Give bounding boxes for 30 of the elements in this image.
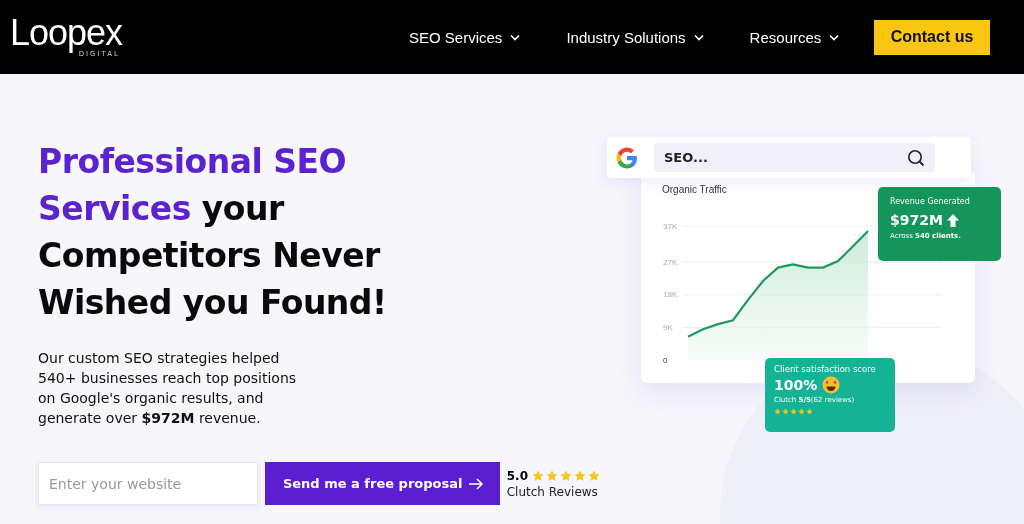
satisfaction-title: Client satisfaction score	[774, 364, 877, 374]
proposal-button[interactable]: Send me a free proposal	[264, 462, 500, 505]
nav-link[interactable]: Resources	[749, 28, 840, 46]
revenue-title: Revenue Generated	[890, 197, 971, 206]
nav-link[interactable]: Industry Solutions	[566, 28, 704, 46]
headline: Professional SEO Services your Competitors Never Wished you Found!	[38, 141, 388, 324]
nav-link[interactable]: SEO Services	[409, 28, 521, 46]
website-field[interactable]: Enter your website	[38, 462, 258, 505]
rating-score: 5.0	[506, 468, 528, 483]
star-icon	[574, 469, 586, 482]
search-field[interactable]: SEO...	[654, 143, 935, 172]
axis-label: 0	[663, 355, 668, 365]
star-icon	[560, 469, 572, 482]
chart-title: Organic Traffic	[662, 184, 728, 195]
star-icon	[588, 469, 600, 482]
up-arrow-icon	[946, 213, 959, 227]
revenue-value: $972M	[890, 212, 943, 228]
search-icon	[907, 148, 925, 167]
contact-button[interactable]: Contact us	[874, 19, 990, 55]
axis-label: 27K	[663, 257, 678, 267]
star-icon	[546, 469, 558, 482]
axis-label: 37K	[663, 221, 678, 231]
hero-paragraph: Our custom SEO strategies helped 540+ businesses reach top positions on Google's organic results, and generate over $972M revenue.	[38, 349, 298, 428]
smiley-icon	[822, 376, 841, 394]
rating-label: Clutch Reviews	[506, 484, 599, 499]
satisfaction-value: 100%	[774, 377, 818, 393]
axis-label: 18K	[663, 290, 678, 300]
star-icon	[532, 469, 544, 482]
axis-label: 9K	[663, 322, 673, 332]
arrow-icon	[467, 477, 484, 490]
